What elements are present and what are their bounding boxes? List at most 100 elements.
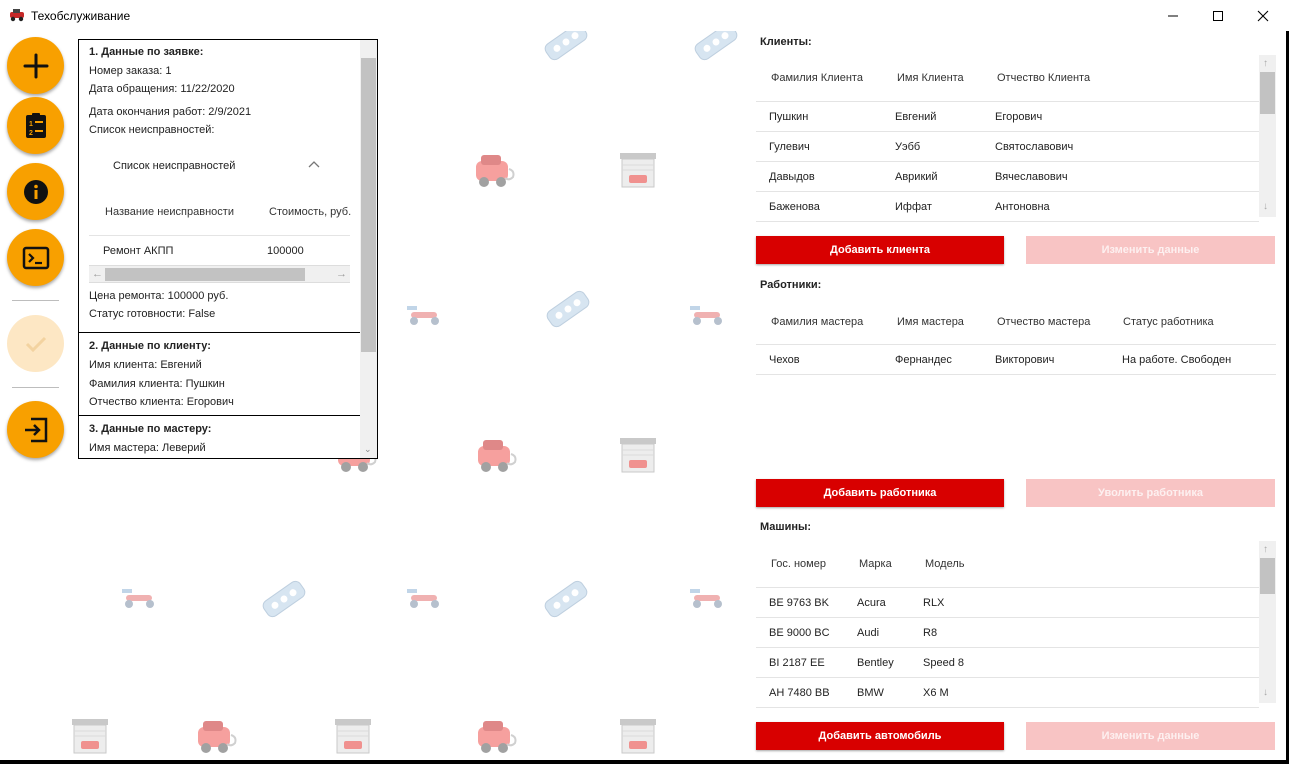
faults-group-title[interactable]: Список неисправностей bbox=[113, 160, 235, 172]
section-master-title: 3. Данные по мастеру: bbox=[89, 423, 212, 435]
pattern-tile-icon bbox=[258, 576, 310, 625]
add-client-button[interactable]: Добавить клиента bbox=[756, 236, 1004, 264]
checkmark-icon bbox=[25, 336, 46, 352]
console-button[interactable] bbox=[7, 229, 64, 286]
logout-button[interactable] bbox=[7, 401, 64, 458]
clients-scrollbar[interactable]: ↑ ↓ bbox=[1259, 55, 1276, 217]
pattern-tile-icon bbox=[618, 151, 658, 194]
scroll-down-icon[interactable]: ↓ bbox=[1263, 687, 1268, 698]
client-first-name: Имя клиента: Евгений bbox=[89, 359, 202, 371]
workers-title: Работники: bbox=[760, 279, 822, 291]
pattern-tile-icon bbox=[540, 576, 592, 625]
scroll-down-icon[interactable]: ↓ bbox=[1263, 201, 1268, 212]
end-date: Дата окончания работ: 2/9/2021 bbox=[89, 106, 252, 118]
close-icon bbox=[1257, 10, 1269, 21]
car-cell: Bentley bbox=[857, 657, 894, 669]
details-vertical-scrollbar[interactable]: ⌄ bbox=[360, 40, 377, 458]
order-list-button[interactable]: 1 2 bbox=[7, 97, 64, 154]
workers-column-firstname: Имя мастера bbox=[897, 316, 964, 328]
pattern-tile-icon bbox=[405, 303, 445, 330]
fault-cost: 100000 bbox=[267, 245, 304, 257]
pattern-tile-icon bbox=[333, 717, 373, 760]
minimize-button[interactable] bbox=[1150, 0, 1196, 31]
clients-title: Клиенты: bbox=[760, 36, 812, 48]
faults-horizontal-scrollbar[interactable]: ← → bbox=[89, 265, 350, 283]
section-divider bbox=[79, 415, 360, 416]
scroll-thumb[interactable] bbox=[361, 58, 376, 352]
pattern-tile-icon bbox=[688, 303, 728, 330]
window-border-bottom bbox=[0, 760, 1289, 764]
client-cell: Егорович bbox=[995, 111, 1043, 123]
client-row[interactable]: Гулевич Уэбб Святославович bbox=[756, 132, 1259, 162]
car-cell: Acura bbox=[857, 597, 886, 609]
numbered-list-icon: 1 2 bbox=[25, 112, 46, 138]
car-cell: BMW bbox=[857, 687, 884, 699]
car-row[interactable]: AH 7480 BB BMW X6 M bbox=[756, 678, 1259, 708]
scroll-left-icon[interactable]: ← bbox=[92, 268, 103, 280]
worker-row[interactable]: Чехов Фернандес Викторович На работе. Свобо… bbox=[756, 345, 1276, 375]
section-divider bbox=[79, 332, 360, 333]
car-row[interactable]: BE 9000 BC Audi R8 bbox=[756, 618, 1259, 648]
pattern-tile-icon bbox=[690, 31, 742, 68]
scroll-thumb[interactable] bbox=[1260, 72, 1275, 114]
scroll-thumb[interactable] bbox=[1260, 558, 1275, 594]
workers-column-lastname: Фамилия мастера bbox=[771, 316, 864, 328]
client-row[interactable]: Пушкин Евгений Егорович bbox=[756, 102, 1259, 132]
confirm-button[interactable] bbox=[7, 315, 64, 372]
info-button[interactable] bbox=[7, 163, 64, 220]
terminal-icon bbox=[22, 246, 49, 269]
faults-column-name: Название неисправности bbox=[105, 206, 234, 218]
client-row[interactable]: Давыдов Аврикий Вячеславович bbox=[756, 162, 1259, 192]
add-worker-button[interactable]: Добавить работника bbox=[756, 479, 1004, 507]
logout-icon bbox=[24, 417, 47, 442]
request-date: Дата обращения: 11/22/2020 bbox=[89, 83, 235, 95]
add-car-button[interactable]: Добавить автомобиль bbox=[756, 722, 1004, 750]
edit-car-button[interactable]: Изменить данные bbox=[1026, 722, 1275, 750]
add-order-button[interactable] bbox=[7, 37, 64, 94]
car-cell: Speed 8 bbox=[923, 657, 964, 669]
car-row[interactable]: BI 2187 EE Bentley Speed 8 bbox=[756, 648, 1259, 678]
fire-worker-button[interactable]: Уволить работника bbox=[1026, 479, 1275, 507]
svg-text:2: 2 bbox=[29, 130, 33, 137]
cars-column-plate: Гос. номер bbox=[771, 558, 826, 570]
pattern-tile-icon bbox=[405, 586, 445, 613]
chevron-up-icon[interactable] bbox=[308, 160, 320, 168]
car-cell: R8 bbox=[923, 627, 938, 639]
order-number: Номер заказа: 1 bbox=[89, 65, 172, 77]
sidebar-divider bbox=[12, 387, 59, 388]
worker-cell: На работе. Свободен bbox=[1122, 354, 1232, 366]
data-panel: Клиенты: Фамилия Клиента Имя Клиента Отч… bbox=[746, 31, 1286, 760]
maximize-button[interactable] bbox=[1195, 0, 1241, 31]
client-cell: Антоновна bbox=[995, 201, 1050, 213]
car-row[interactable]: BE 9763 BK Acura RLX bbox=[756, 588, 1259, 618]
cars-table: Гос. номер Марка Модель BE 9763 BK Acura R… bbox=[756, 541, 1276, 708]
client-cell: Пушкин bbox=[769, 111, 809, 123]
ready-status: Статус готовности: False bbox=[89, 308, 216, 320]
svg-text:1: 1 bbox=[29, 121, 33, 128]
workers-column-middlename: Отчество мастера bbox=[997, 316, 1091, 328]
car-cell: RLX bbox=[923, 597, 945, 609]
pattern-tile-icon bbox=[195, 717, 241, 760]
scroll-down-icon[interactable]: ⌄ bbox=[364, 444, 372, 455]
car-cell: BI 2187 EE bbox=[769, 657, 825, 669]
scroll-right-icon[interactable]: → bbox=[336, 268, 347, 280]
client-cell: Евгений bbox=[895, 111, 937, 123]
car-cell: X6 M bbox=[923, 687, 949, 699]
cars-scrollbar[interactable]: ↑ ↓ bbox=[1259, 541, 1276, 703]
pattern-tile-icon bbox=[70, 717, 110, 760]
worker-cell: Чехов bbox=[769, 354, 800, 366]
scroll-thumb[interactable] bbox=[105, 268, 305, 281]
worker-cell: Викторович bbox=[995, 354, 1055, 366]
section-client-title: 2. Данные по клиенту: bbox=[89, 340, 211, 352]
sidebar-divider bbox=[12, 300, 59, 301]
scroll-up-icon[interactable]: ↑ bbox=[1263, 58, 1268, 69]
edit-client-button[interactable]: Изменить данные bbox=[1026, 236, 1275, 264]
scroll-up-icon[interactable]: ↑ bbox=[1263, 544, 1268, 555]
client-row[interactable]: Баженова Иффат Антоновна bbox=[756, 192, 1259, 222]
pattern-tile-icon bbox=[688, 586, 728, 613]
client-cell: Гулевич bbox=[769, 141, 810, 153]
close-button[interactable] bbox=[1240, 0, 1286, 31]
pattern-tile-icon bbox=[475, 436, 521, 479]
pattern-tile-icon bbox=[120, 586, 160, 613]
client-cell: Аврикий bbox=[895, 171, 938, 183]
